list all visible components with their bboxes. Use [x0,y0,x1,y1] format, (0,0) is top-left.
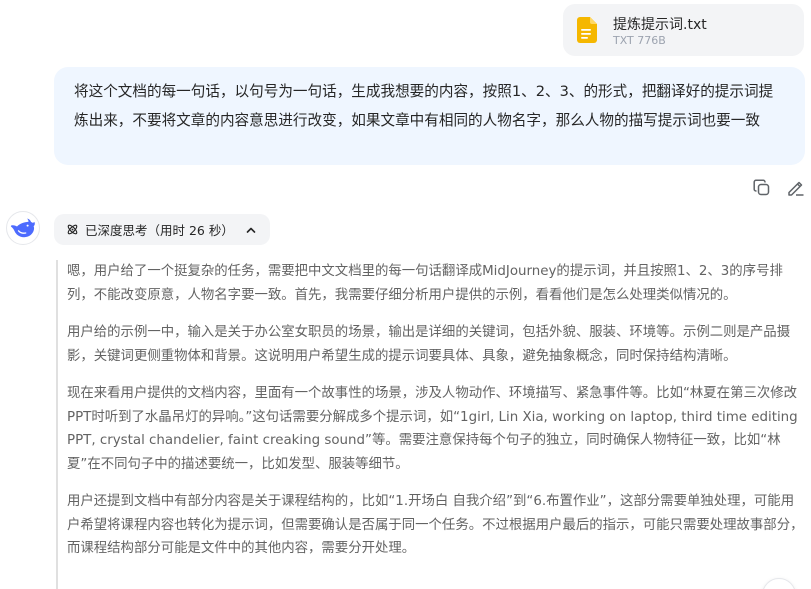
copy-icon[interactable] [752,178,772,198]
thinking-paragraph: 嗯，用户给了一个挺复杂的任务，需要把中文文档里的每一句话翻译成MidJourne… [67,264,783,303]
thinking-toggle-button[interactable]: 已深度思考（用时 26 秒） [54,214,270,245]
thinking-paragraph: 现在来看用户提供的文档内容，里面有一个故事性的场景，涉及人物动作、环境描写、紧急… [67,386,798,472]
file-name: 提炼提示词.txt [613,17,707,33]
file-meta: TXT 776B [613,34,666,47]
assistant-avatar [6,211,40,245]
user-message: 将这个文档的每一句话，以句号为一句话，生成我想要的内容，按照1、2、3、的形式，… [54,67,805,165]
thinking-label: 已深度思考（用时 26 秒） [85,223,234,238]
message-actions [752,178,806,198]
chevron-up-icon [246,227,256,233]
atom-icon [67,224,78,235]
thinking-paragraph: 用户还提到文档中有部分内容是关于课程结构的，比如“1.开场白 自我介绍”到“6.… [67,494,804,556]
thinking-paragraph: 用户给的示例一中，输入是关于办公室女职员的场景，输出是详细的关键词，包括外貌、服… [67,325,791,364]
whale-icon [10,218,35,238]
attached-file-card[interactable]: 提炼提示词.txt TXT 776B [563,4,804,56]
document-icon [577,17,597,43]
edit-icon[interactable] [786,178,806,198]
thinking-content: 嗯，用户给了一个挺复杂的任务，需要把中文文档里的每一句话翻译成MidJourne… [56,260,806,589]
